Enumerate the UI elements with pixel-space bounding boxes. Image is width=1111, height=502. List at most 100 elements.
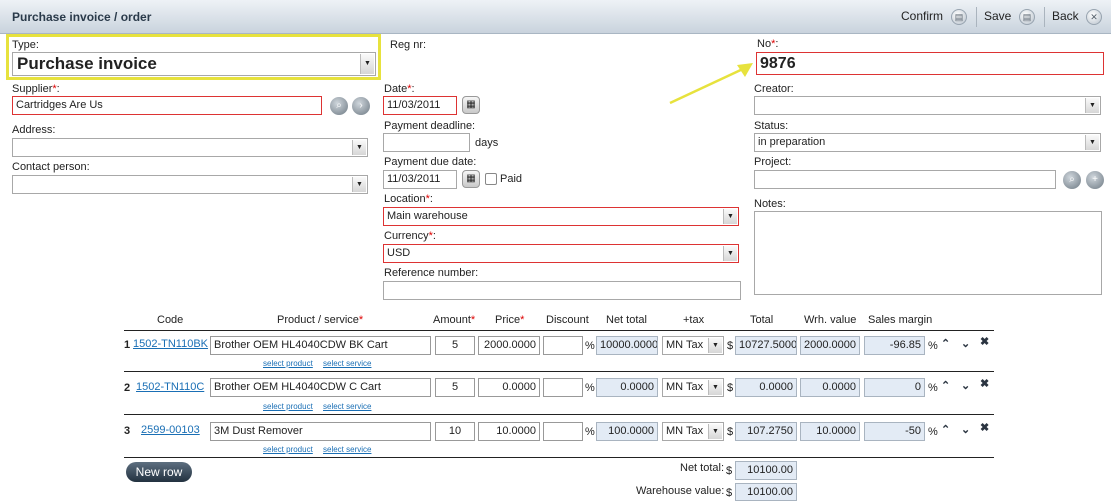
col-total: Total — [750, 314, 774, 326]
select-product-link[interactable]: select product — [263, 402, 313, 411]
tax-select[interactable]: MN Tax ▼ — [662, 378, 724, 397]
total-field: 107.2750 — [735, 422, 797, 441]
net-total-label: Net total: — [680, 462, 725, 474]
save-icon[interactable]: ▤ — [1019, 9, 1035, 25]
select-service-link[interactable]: select service — [323, 445, 371, 454]
search-icon[interactable]: ⌕ — [330, 97, 348, 115]
notes-textarea[interactable] — [754, 211, 1102, 295]
product-code-link[interactable]: 1502-TN110C — [136, 381, 204, 393]
calendar-icon[interactable]: ▦ — [462, 170, 480, 188]
payment-deadline-label: Payment deadline: — [384, 120, 476, 132]
currency-select[interactable]: USD ▼ — [383, 244, 739, 263]
product-field[interactable]: 3M Dust Remover — [210, 422, 431, 441]
amount-field[interactable]: 10 — [435, 422, 475, 441]
chevron-down-icon: ▼ — [352, 177, 366, 192]
delete-icon[interactable]: ✖ — [980, 377, 989, 390]
new-row-button[interactable]: New row — [126, 462, 192, 482]
chevron-down-icon: ▼ — [708, 338, 722, 353]
move-down-icon[interactable]: ⌄ — [961, 337, 970, 350]
status-select[interactable]: in preparation ▼ — [754, 133, 1101, 152]
confirm-icon[interactable]: ▤ — [951, 9, 967, 25]
annotation-arrow — [669, 63, 753, 105]
title-bar: Purchase invoice / order Confirm ▤ Save … — [0, 0, 1111, 34]
date-field[interactable]: 11/03/2011 — [383, 96, 457, 115]
col-wrh-value: Wrh. value — [804, 314, 857, 326]
percent-sign: % — [585, 426, 595, 438]
margin-field: -96.85 — [864, 336, 925, 355]
confirm-button[interactable]: Confirm — [901, 9, 943, 23]
calendar-icon[interactable]: ▦ — [462, 96, 480, 114]
address-select[interactable]: ▼ — [12, 138, 368, 157]
net-total-field: 10000.0000 — [596, 336, 658, 355]
select-service-link[interactable]: select service — [323, 402, 371, 411]
back-button[interactable]: Back — [1052, 9, 1079, 23]
payment-due-label: Payment due date: — [384, 156, 477, 168]
discount-field[interactable] — [543, 336, 583, 355]
amount-field[interactable]: 5 — [435, 378, 475, 397]
move-up-icon[interactable]: ⌃ — [941, 337, 950, 350]
product-field[interactable]: Brother OEM HL4040CDW C Cart — [210, 378, 431, 397]
dollar-sign: $ — [726, 487, 733, 499]
dollar-sign: $ — [727, 340, 734, 352]
search-icon[interactable]: ⌕ — [1063, 171, 1081, 189]
col-amount: Amount* — [433, 314, 476, 326]
chevron-down-icon: ▼ — [352, 140, 366, 155]
price-field[interactable]: 10.0000 — [478, 422, 540, 441]
price-field[interactable]: 2000.0000 — [478, 336, 540, 355]
percent-sign: % — [585, 340, 595, 352]
arrow-right-icon[interactable]: › — [352, 97, 370, 115]
product-code-link[interactable]: 2599-00103 — [141, 424, 200, 436]
no-field[interactable]: 9876 — [756, 52, 1104, 75]
save-button[interactable]: Save — [984, 9, 1011, 23]
toolbar-separator — [976, 7, 977, 27]
contact-select[interactable]: ▼ — [12, 175, 368, 194]
row-number: 1 — [124, 339, 131, 351]
delete-icon[interactable]: ✖ — [980, 335, 989, 348]
amount-field[interactable]: 5 — [435, 336, 475, 355]
reference-field[interactable] — [383, 281, 741, 300]
paid-checkbox[interactable] — [485, 173, 497, 185]
select-service-link[interactable]: select service — [323, 359, 371, 368]
date-label: Date*: — [384, 83, 415, 95]
move-up-icon[interactable]: ⌃ — [941, 423, 950, 436]
tax-select[interactable]: MN Tax ▼ — [662, 336, 724, 355]
discount-field[interactable] — [543, 378, 583, 397]
add-icon[interactable]: + — [1086, 171, 1104, 189]
chevron-down-icon: ▼ — [708, 380, 722, 395]
product-code-link[interactable]: 1502-TN110BK — [133, 338, 208, 350]
margin-field: 0 — [864, 378, 925, 397]
select-product-link[interactable]: select product — [263, 445, 313, 454]
tax-select[interactable]: MN Tax ▼ — [662, 422, 724, 441]
location-select[interactable]: Main warehouse ▼ — [383, 207, 739, 226]
table-divider — [124, 414, 994, 415]
delete-icon[interactable]: ✖ — [980, 421, 989, 434]
type-select[interactable]: Purchase invoice ▼ — [12, 52, 376, 76]
move-up-icon[interactable]: ⌃ — [941, 379, 950, 392]
price-field[interactable]: 0.0000 — [478, 378, 540, 397]
project-field[interactable] — [754, 170, 1056, 189]
currency-label: Currency*: — [384, 230, 436, 242]
close-icon[interactable]: ✕ — [1086, 9, 1102, 25]
status-label: Status: — [754, 120, 789, 132]
net-total-field: 0.0000 — [596, 378, 658, 397]
chevron-down-icon: ▼ — [1085, 135, 1099, 150]
tax-value: MN Tax — [666, 381, 704, 393]
wrh-value-field: 2000.0000 — [800, 336, 860, 355]
col-code: Code — [157, 314, 184, 326]
col-price: Price* — [495, 314, 525, 326]
payment-due-field[interactable]: 11/03/2011 — [383, 170, 457, 189]
supplier-field[interactable]: Cartridges Are Us — [12, 96, 322, 115]
move-down-icon[interactable]: ⌄ — [961, 423, 970, 436]
discount-field[interactable] — [543, 422, 583, 441]
move-down-icon[interactable]: ⌄ — [961, 379, 970, 392]
product-field[interactable]: Brother OEM HL4040CDW BK Cart — [210, 336, 431, 355]
row-number: 3 — [124, 425, 131, 437]
select-product-link[interactable]: select product — [263, 359, 313, 368]
project-label: Project: — [754, 156, 792, 168]
warehouse-value-label: Warehouse value: — [636, 485, 725, 497]
payment-deadline-field[interactable] — [383, 133, 470, 152]
paid-label: Paid — [500, 173, 523, 185]
creator-select[interactable]: ▼ — [754, 96, 1101, 115]
total-field: 0.0000 — [735, 378, 797, 397]
address-label: Address: — [12, 124, 56, 136]
